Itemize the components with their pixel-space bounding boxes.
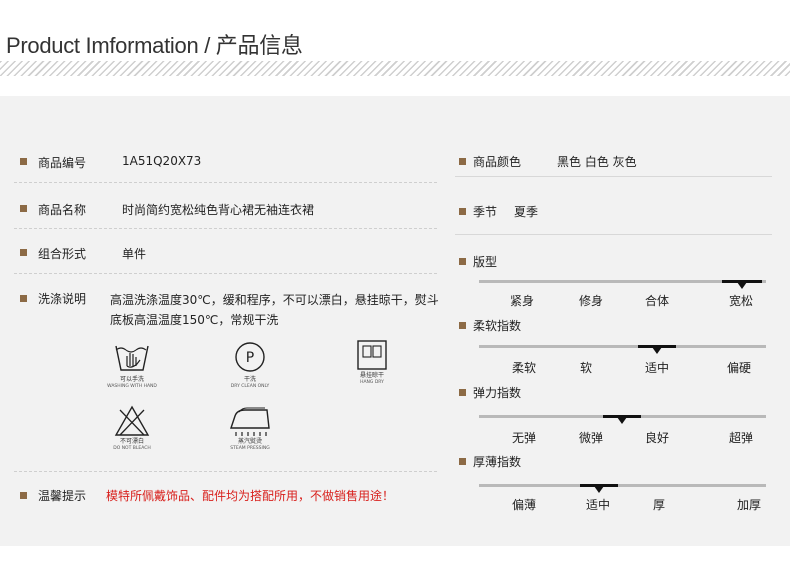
- row-divider: [455, 176, 772, 177]
- row-divider: [14, 228, 438, 229]
- tip-value: 模特所佩戴饰品、配件均为搭配所用，不做销售用途！: [106, 489, 395, 503]
- color-value: 黑色 白色 灰色: [557, 155, 637, 169]
- bullet-icon: [20, 295, 27, 302]
- steam-press-en: STEAM PRESSING: [230, 446, 270, 451]
- page-title: Product Imformation / 产品信息: [6, 33, 303, 58]
- thickness-option: 厚: [652, 498, 666, 512]
- season-value: 夏季: [514, 205, 539, 219]
- softness-option: 柔软: [511, 361, 537, 375]
- fit-option: 修身: [578, 294, 604, 308]
- softness-option: 偏硬: [726, 361, 752, 375]
- bullet-icon: [459, 258, 466, 265]
- elasticity-scale-label: 弹力指数: [473, 386, 522, 400]
- bullet-icon: [459, 458, 466, 465]
- fit-scale-label: 版型: [473, 255, 498, 269]
- hang-dry-cn: 悬挂晾干: [359, 372, 384, 379]
- dry-clean-cn: 干洗: [243, 376, 256, 383]
- no-bleach-en: DO NOT BLEACH: [113, 446, 151, 451]
- bullet-icon: [20, 205, 27, 212]
- wash-instructions: 高温洗涤温度30℃，缓和程序，不可以漂白，悬挂晾干，熨斗底板高温温度150℃，常…: [110, 293, 439, 327]
- hang-dry-en: HANG DRY: [360, 380, 384, 385]
- hand-wash-en: WASHING WITH HAND: [107, 384, 157, 389]
- dry-clean-en: DRY CLEAN ONLY: [230, 384, 270, 389]
- bullet-icon: [459, 389, 466, 396]
- thickness-option: 适中: [585, 498, 611, 512]
- no-bleach-cn: 不可漂白: [119, 438, 144, 445]
- thickness-scale-track: [479, 484, 766, 487]
- thickness-scale-pointer-icon: [594, 486, 604, 493]
- sku-value: 1A51Q20X73: [122, 154, 202, 168]
- elasticity-option: 无弹: [511, 431, 537, 445]
- row-divider: [455, 234, 772, 235]
- steam-press-cn: 蒸汽熨烫: [237, 438, 262, 445]
- softness-scale-pointer-icon: [652, 347, 662, 354]
- dry-clean-letter: P: [246, 350, 254, 366]
- row-divider: [14, 471, 438, 472]
- softness-scale-label: 柔软指数: [473, 319, 522, 333]
- season-label: 季节: [473, 205, 498, 219]
- fit-option: 紧身: [509, 294, 535, 308]
- thickness-scale-label: 厚薄指数: [473, 455, 522, 469]
- bullet-icon: [459, 158, 466, 165]
- steam-press-icon: 蒸汽熨烫 STEAM PRESSING: [218, 404, 282, 452]
- bullet-icon: [20, 492, 27, 499]
- fit-scale-pointer-icon: [737, 282, 747, 289]
- softness-scale-track: [479, 345, 766, 348]
- combo-value: 单件: [122, 247, 147, 261]
- softness-option: 适中: [644, 361, 670, 375]
- hand-wash-cn: 可以手洗: [119, 376, 144, 383]
- bullet-icon: [459, 322, 466, 329]
- hand-wash-icon: 可以手洗 WASHING WITH HAND: [100, 340, 164, 390]
- combo-label: 组合形式: [38, 247, 87, 261]
- bullet-icon: [20, 158, 27, 165]
- thickness-option: 偏薄: [511, 498, 537, 512]
- header-stripe-divider: [0, 61, 790, 76]
- softness-option: 软: [579, 361, 593, 375]
- tip-label: 温馨提示: [38, 489, 87, 503]
- elasticity-option: 超弹: [728, 431, 754, 445]
- elasticity-scale-pointer-icon: [617, 417, 627, 424]
- elasticity-option: 微弹: [578, 431, 604, 445]
- row-divider: [14, 182, 438, 183]
- wash-label: 洗涤说明: [38, 292, 87, 306]
- fit-option: 合体: [644, 294, 670, 308]
- no-bleach-icon: 不可漂白 DO NOT BLEACH: [100, 404, 164, 452]
- hang-dry-icon: 悬挂晾干 HANG DRY: [340, 338, 404, 386]
- bullet-icon: [20, 249, 27, 256]
- dry-clean-icon: P 干洗 DRY CLEAN ONLY: [218, 340, 282, 390]
- sku-label: 商品编号: [38, 156, 87, 170]
- row-divider: [14, 273, 438, 274]
- elasticity-option: 良好: [644, 431, 670, 445]
- color-label: 商品颜色: [473, 155, 522, 169]
- fit-option: 宽松: [728, 294, 754, 308]
- bullet-icon: [459, 208, 466, 215]
- product-name-value: 时尚简约宽松纯色背心裙无袖连衣裙: [122, 203, 315, 217]
- page-header: Product Imformation / 产品信息: [0, 0, 790, 96]
- product-name-label: 商品名称: [38, 203, 87, 217]
- thickness-option: 加厚: [736, 498, 762, 512]
